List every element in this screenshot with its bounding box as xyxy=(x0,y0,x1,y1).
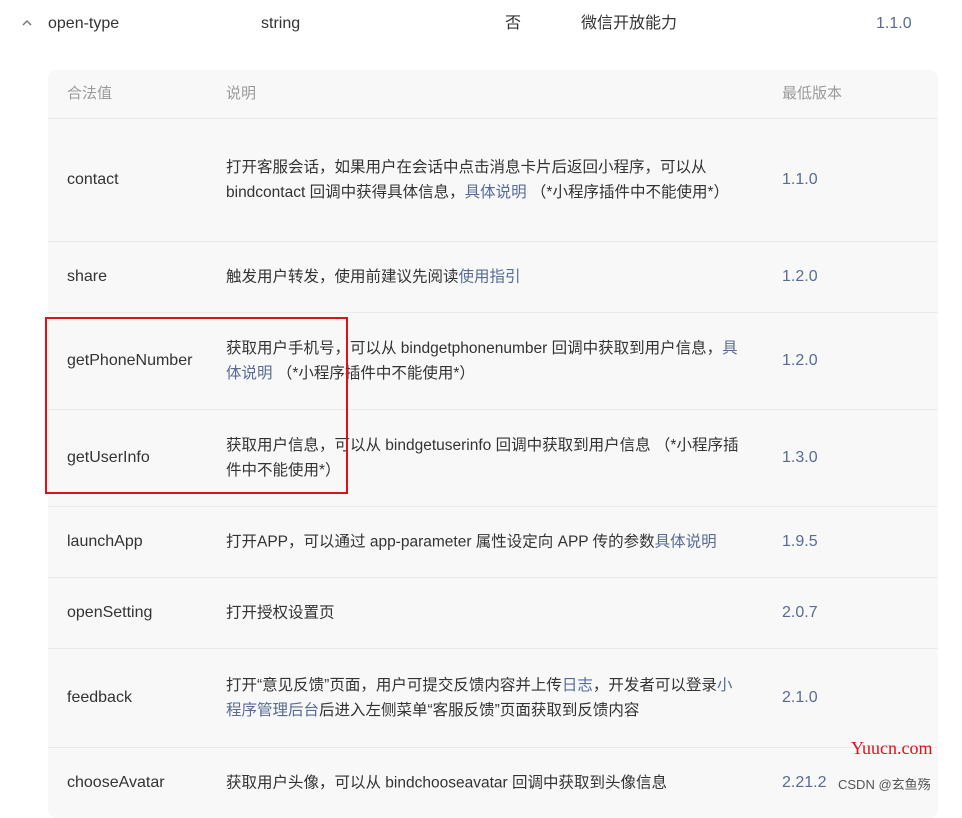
version-cell: 1.3.0 xyxy=(782,449,818,466)
version-cell: 2.21.2 xyxy=(782,774,827,791)
description-link[interactable]: 使用指引 xyxy=(459,269,521,286)
open-type-attribute-row[interactable]: open-type string 否 微信开放能力 1.1.0 xyxy=(0,0,962,50)
table-row: launchApp 打开APP，可以通过 app-parameter 属性设定向… xyxy=(48,507,938,578)
description-cell: 获取用户头像，可以从 bindchooseavatar 回调中获取到头像信息 xyxy=(226,771,746,796)
description-cell: 获取用户信息，可以从 bindgetuserinfo 回调中获取到用户信息 （*… xyxy=(226,433,746,483)
description-text: （*小程序插件中不能使用*） xyxy=(272,365,475,382)
value-cell: launchApp xyxy=(67,533,143,550)
table-row: feedback 打开“意见反馈”页面，用户可提交反馈内容并上传日志，开发者可以… xyxy=(48,649,938,748)
header-value: 合法值 xyxy=(67,85,113,102)
description-cell: 打开“意见反馈”页面，用户可提交反馈内容并上传日志，开发者可以登录小程序管理后台… xyxy=(226,673,746,723)
description-cell: 打开客服会话，如果用户在会话中点击消息卡片后返回小程序，可以从 bindcont… xyxy=(226,155,746,205)
open-type-values-table: 合法值 说明 最低版本 contact 打开客服会话，如果用户在会话中点击消息卡… xyxy=(48,70,938,818)
attribute-required: 否 xyxy=(505,15,522,32)
version-cell: 1.2.0 xyxy=(782,352,818,369)
description-cell: 打开授权设置页 xyxy=(226,601,746,626)
table-row: openSetting 打开授权设置页 2.0.7 xyxy=(48,578,938,649)
description-text: 获取用户手机号，可以从 bindgetphonenumber 回调中获取到用户信… xyxy=(226,340,723,357)
version-cell: 1.2.0 xyxy=(782,268,818,285)
description-text: 获取用户头像，可以从 bindchooseavatar 回调中获取到头像信息 xyxy=(226,774,667,792)
value-cell: getUserInfo xyxy=(67,449,150,466)
value-cell: chooseAvatar xyxy=(67,774,165,791)
description-text: 获取用户信息，可以从 bindgetuserinfo 回调中获取到用户信息 （*… xyxy=(226,437,739,479)
description-cell: 获取用户手机号，可以从 bindgetphonenumber 回调中获取到用户信… xyxy=(226,336,746,386)
description-link[interactable]: 具体说明 xyxy=(465,184,527,201)
version-cell: 1.9.5 xyxy=(782,533,818,550)
value-cell: feedback xyxy=(67,689,132,706)
header-description: 说明 xyxy=(226,85,257,102)
description-text: 打开APP，可以通过 app-parameter 属性设定向 APP 传的参数 xyxy=(226,533,655,551)
description-text: 后进入左侧菜单“客服反馈”页面获取到反馈内容 xyxy=(319,702,640,719)
description-text: 打开授权设置页 xyxy=(226,604,335,622)
attribute-name: open-type xyxy=(48,15,120,32)
chevron-up-icon[interactable] xyxy=(19,15,35,31)
value-cell: openSetting xyxy=(67,604,153,621)
value-cell: contact xyxy=(67,171,119,188)
version-cell: 2.0.7 xyxy=(782,604,818,621)
description-text: 触发用户转发，使用前建议先阅读 xyxy=(226,268,459,286)
table-header: 合法值 说明 最低版本 xyxy=(48,70,938,119)
description-link[interactable]: 具体说明 xyxy=(655,534,717,551)
value-cell: share xyxy=(67,268,108,285)
table-row: getUserInfo 获取用户信息，可以从 bindgetuserinfo 回… xyxy=(48,410,938,507)
table-row: getPhoneNumber 获取用户手机号，可以从 bindgetphonen… xyxy=(48,313,938,410)
value-cell: getPhoneNumber xyxy=(67,352,193,369)
author-watermark: CSDN @玄鱼殇 xyxy=(838,777,931,792)
description-link[interactable]: 日志 xyxy=(562,677,593,694)
attribute-description: 微信开放能力 xyxy=(581,15,678,32)
version-cell: 2.1.0 xyxy=(782,689,818,706)
attribute-type: string xyxy=(261,15,301,32)
version-cell: 1.1.0 xyxy=(782,171,818,188)
attribute-min-version: 1.1.0 xyxy=(876,15,912,32)
site-watermark: Yuucn.com xyxy=(851,738,933,758)
table-row: share 触发用户转发，使用前建议先阅读使用指引 1.2.0 xyxy=(48,242,938,313)
table-row: chooseAvatar 获取用户头像，可以从 bindchooseavatar… xyxy=(48,748,938,818)
table-row: contact 打开客服会话，如果用户在会话中点击消息卡片后返回小程序，可以从 … xyxy=(48,119,938,242)
description-text: ，开发者可以登录 xyxy=(592,677,717,694)
header-min-version: 最低版本 xyxy=(782,85,843,102)
description-cell: 触发用户转发，使用前建议先阅读使用指引 xyxy=(226,265,746,290)
description-text: 打开“意见反馈”页面，用户可提交反馈内容并上传 xyxy=(226,677,562,694)
description-text: （*小程序插件中不能使用*） xyxy=(526,184,729,201)
description-cell: 打开APP，可以通过 app-parameter 属性设定向 APP 传的参数具… xyxy=(226,530,746,555)
